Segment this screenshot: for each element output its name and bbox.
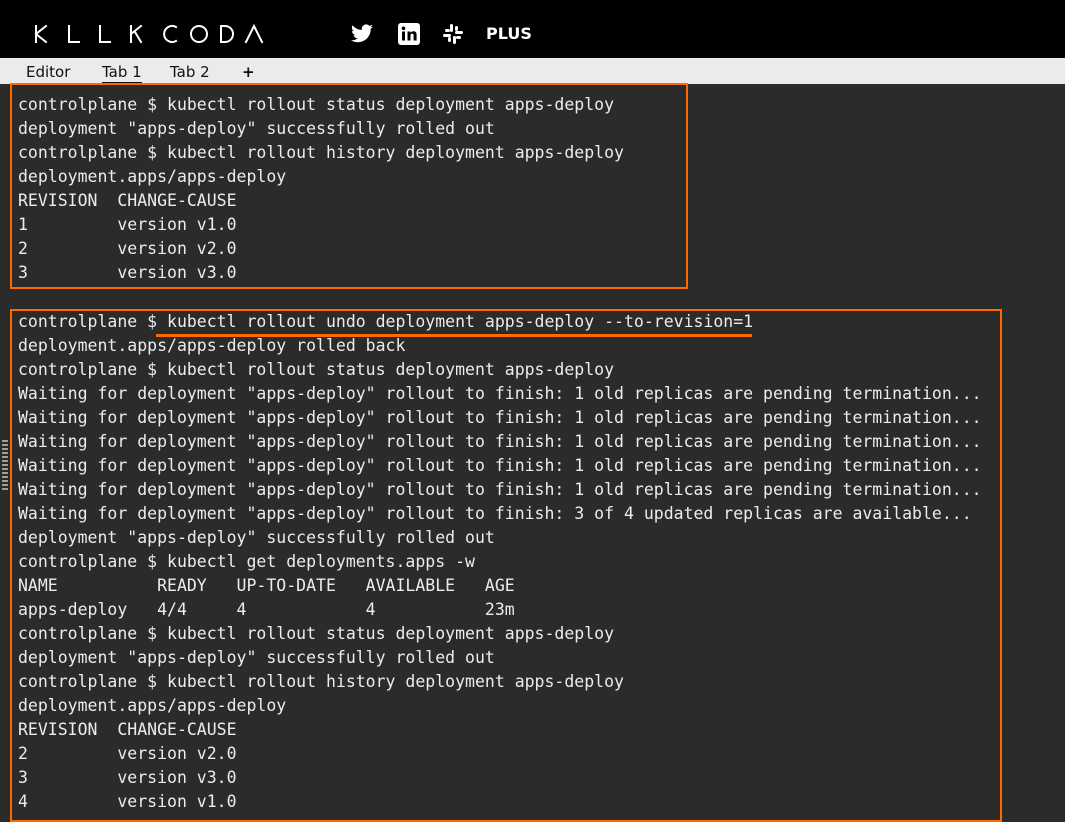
output-block-1: controlplane $ kubectl rollout status de…: [18, 93, 624, 285]
terminal-line: deployment.apps/apps-deploy: [18, 167, 287, 186]
terminal-line: controlplane $ kubectl rollout status de…: [18, 95, 615, 114]
terminal-line: deployment.apps/apps-deploy rolled back: [18, 336, 406, 355]
twitter-icon[interactable]: [350, 22, 374, 46]
tab-editor[interactable]: Editor: [26, 62, 70, 82]
terminal-line: NAME READY UP-TO-DATE AVAILABLE AGE: [18, 576, 515, 595]
terminal-line: 2 version v2.0: [18, 239, 237, 258]
terminal-line: controlplane $ kubectl rollout status de…: [18, 360, 615, 379]
slack-icon[interactable]: [441, 22, 465, 46]
top-header: PLUS: [0, 0, 1065, 58]
add-tab-button[interactable]: +: [242, 62, 255, 82]
terminal-line: deployment "apps-deploy" successfully ro…: [18, 648, 495, 667]
terminal-line: controlplane $ kubectl rollout undo depl…: [18, 312, 754, 331]
terminal-line: 3 version v3.0: [18, 263, 237, 282]
terminal-line: deployment "apps-deploy" successfully ro…: [18, 528, 495, 547]
terminal-line: 2 version v2.0: [18, 744, 237, 763]
plus-link[interactable]: PLUS: [486, 24, 532, 44]
terminal-line: controlplane $ kubectl get deployments.a…: [18, 552, 475, 571]
terminal-line: Waiting for deployment "apps-deploy" rol…: [18, 456, 982, 475]
kodekloud-logo-mark: [34, 23, 264, 44]
linkedin-icon[interactable]: [397, 22, 421, 46]
terminal-line: REVISION CHANGE-CAUSE: [18, 720, 237, 739]
terminal-line: Waiting for deployment "apps-deploy" rol…: [18, 384, 982, 403]
terminal-line: 1 version v1.0: [18, 215, 237, 234]
terminal-output[interactable]: controlplane $ kubectl rollout status de…: [10, 84, 1065, 822]
terminal-line: 4 version v1.0: [18, 792, 237, 811]
terminal-line: Waiting for deployment "apps-deploy" rol…: [18, 504, 972, 523]
tab-bar: Editor Tab 1 Tab 2 +: [0, 58, 1065, 84]
brand-logo[interactable]: [34, 22, 264, 51]
terminal-line: REVISION CHANGE-CAUSE: [18, 191, 237, 210]
tab-2[interactable]: Tab 2: [170, 62, 210, 82]
terminal-line: controlplane $ kubectl rollout status de…: [18, 624, 615, 643]
terminal-line: Waiting for deployment "apps-deploy" rol…: [18, 432, 982, 451]
terminal-line: controlplane $ kubectl rollout history d…: [18, 672, 624, 691]
terminal-line: apps-deploy 4/4 4 4 23m: [18, 600, 515, 619]
terminal-line: Waiting for deployment "apps-deploy" rol…: [18, 408, 982, 427]
terminal-line: deployment.apps/apps-deploy: [18, 696, 287, 715]
output-block-2: controlplane $ kubectl rollout undo depl…: [18, 310, 982, 814]
terminal-line: controlplane $ kubectl rollout history d…: [18, 143, 624, 162]
terminal-line: 3 version v3.0: [18, 768, 237, 787]
terminal-line: Waiting for deployment "apps-deploy" rol…: [18, 480, 982, 499]
resize-handle[interactable]: [2, 440, 8, 490]
terminal-line: deployment "apps-deploy" successfully ro…: [18, 119, 495, 138]
tab-1[interactable]: Tab 1: [102, 62, 142, 84]
